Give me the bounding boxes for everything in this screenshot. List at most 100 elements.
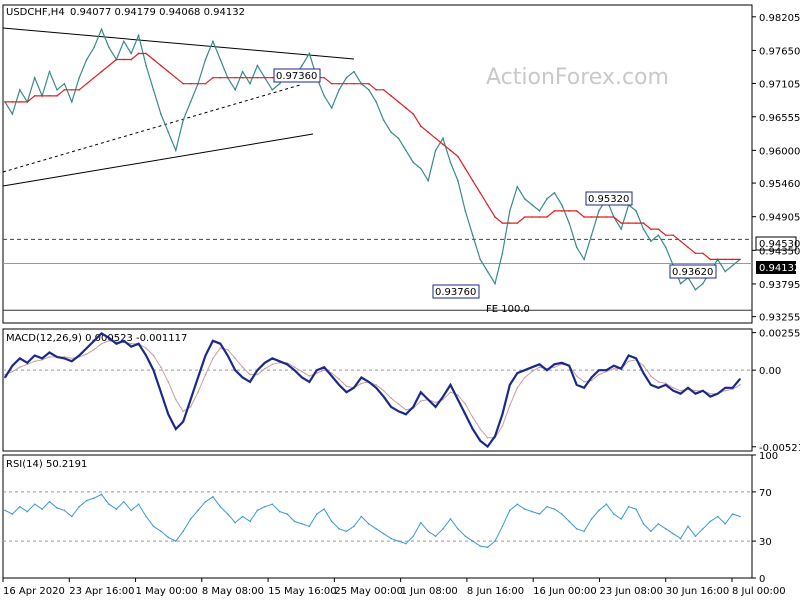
moving-average-point bbox=[709, 258, 712, 261]
moving-average-point bbox=[345, 82, 348, 85]
moving-average-point bbox=[375, 89, 378, 91]
rsi-point bbox=[278, 510, 281, 513]
macd-signal-point bbox=[382, 389, 385, 392]
price-point bbox=[137, 34, 140, 37]
rsi-point bbox=[167, 536, 170, 539]
annotation-text: 0.97360 bbox=[276, 71, 317, 82]
macd-point bbox=[160, 391, 162, 394]
macd-signal-point bbox=[523, 376, 526, 379]
moving-average-point bbox=[561, 210, 563, 212]
moving-average-point bbox=[598, 216, 600, 218]
rsi-point bbox=[293, 520, 296, 523]
price-point bbox=[167, 131, 170, 133]
x-tick-label: 1 Jun 08:00 bbox=[401, 586, 458, 597]
rsi-point bbox=[226, 513, 229, 515]
rsi-point bbox=[78, 505, 81, 508]
macd-point bbox=[664, 384, 667, 386]
rsi-point bbox=[397, 540, 400, 542]
rsi-point bbox=[620, 518, 623, 520]
moving-average-point bbox=[130, 58, 133, 61]
macd-signal-point bbox=[434, 401, 437, 404]
moving-average-point bbox=[241, 76, 244, 79]
y-tick-label: 100 bbox=[759, 451, 778, 462]
rsi-point bbox=[160, 530, 162, 533]
macd-point bbox=[716, 392, 719, 395]
macd-point bbox=[301, 376, 303, 379]
moving-average-point bbox=[590, 216, 593, 218]
y-tick-label: 0.98205 bbox=[759, 13, 800, 24]
moving-average-point bbox=[620, 222, 623, 224]
moving-average-point bbox=[664, 234, 667, 236]
annotation-text: 0.93760 bbox=[435, 287, 476, 298]
price-point bbox=[271, 89, 274, 91]
moving-average-point bbox=[427, 131, 429, 133]
moving-average-point bbox=[122, 58, 125, 61]
price-point bbox=[93, 46, 95, 49]
moving-average-point bbox=[687, 246, 689, 249]
rsi-point bbox=[345, 530, 348, 533]
price-point bbox=[189, 101, 192, 103]
header-ohlc: 0.94077 0.94179 0.94068 0.94132 bbox=[70, 7, 245, 18]
rsi-title: RSI(14) 50.2191 bbox=[6, 459, 87, 470]
moving-average-point bbox=[271, 76, 274, 79]
moving-average-point bbox=[635, 222, 637, 224]
moving-average-point bbox=[516, 222, 519, 224]
moving-average-point bbox=[679, 240, 682, 243]
moving-average-point bbox=[716, 258, 719, 261]
macd-point bbox=[382, 395, 385, 398]
rsi-point bbox=[174, 540, 177, 542]
macd-point bbox=[48, 351, 51, 354]
moving-average-point bbox=[739, 258, 741, 261]
macd-point bbox=[338, 384, 340, 386]
macd-signal-point bbox=[642, 364, 645, 367]
moving-average-point bbox=[642, 222, 645, 224]
price-point bbox=[48, 70, 51, 73]
price-point bbox=[546, 198, 548, 200]
macd-signal-point bbox=[160, 366, 162, 369]
macd-point bbox=[694, 392, 697, 395]
y-tick-label: 0.94905 bbox=[759, 213, 800, 224]
macd-point bbox=[457, 398, 459, 401]
macd-signal-point bbox=[464, 403, 467, 405]
price-point bbox=[278, 82, 281, 85]
moving-average-point bbox=[627, 222, 630, 224]
rsi-point bbox=[360, 515, 363, 518]
rsi-point bbox=[546, 505, 548, 508]
y-tick-label: 70 bbox=[759, 488, 772, 499]
price-point bbox=[486, 270, 489, 273]
rsi-point bbox=[412, 535, 415, 537]
macd-point bbox=[33, 354, 36, 357]
moving-average-point bbox=[419, 125, 422, 127]
rsi-point bbox=[427, 530, 429, 533]
price-point bbox=[367, 89, 370, 91]
moving-average-point bbox=[650, 228, 652, 230]
macd-signal-point bbox=[189, 406, 192, 408]
macd-signal-point bbox=[197, 391, 199, 394]
moving-average-point bbox=[167, 70, 170, 73]
macd-point bbox=[264, 362, 266, 364]
moving-average-point bbox=[48, 95, 51, 97]
price-point bbox=[212, 40, 214, 43]
macd-point bbox=[390, 406, 392, 408]
macd-point bbox=[427, 398, 429, 401]
rsi-point bbox=[375, 528, 378, 530]
macd-signal-point bbox=[308, 375, 311, 377]
price-point bbox=[234, 89, 236, 91]
y-tick-label: 30 bbox=[759, 537, 772, 548]
macd-point bbox=[41, 357, 43, 360]
macd-signal-point bbox=[167, 381, 170, 383]
rsi-point bbox=[204, 500, 207, 503]
price-point bbox=[174, 149, 177, 152]
moving-average-point bbox=[464, 167, 467, 170]
macd-signal-point bbox=[501, 425, 504, 427]
rsi-point bbox=[531, 510, 533, 513]
rsi-point bbox=[664, 528, 667, 530]
rsi-point bbox=[568, 520, 571, 523]
moving-average-point bbox=[553, 210, 556, 212]
macd-signal-point bbox=[174, 398, 177, 401]
price-point bbox=[471, 234, 474, 236]
macd-signal-point bbox=[709, 392, 712, 395]
rsi-point bbox=[523, 508, 526, 510]
rsi-point bbox=[241, 515, 244, 518]
moving-average-point bbox=[63, 89, 66, 91]
